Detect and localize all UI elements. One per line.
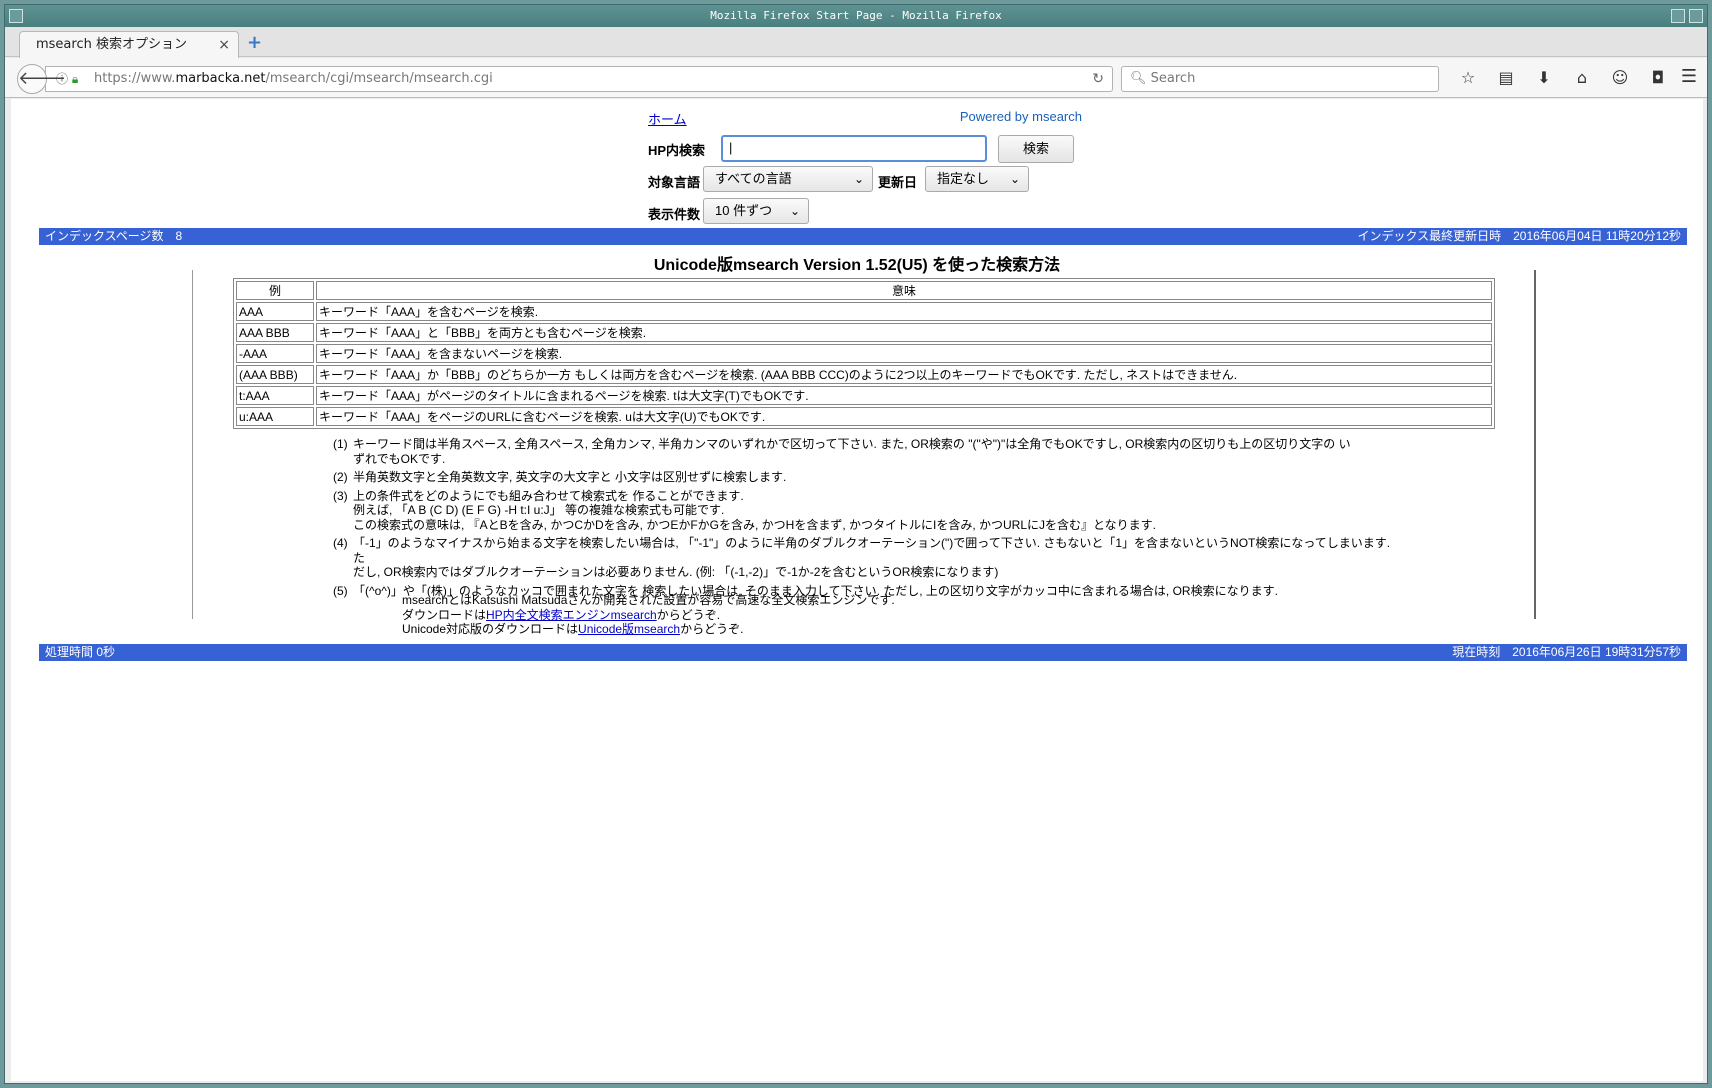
navigation-toolbar: ⓘ 🔒︎ https://www.marbacka.net/msearch/cg… [5,58,1707,98]
page-content: ホーム Powered by msearch HP内検索 | 検索 対象言語 す… [11,99,1703,1081]
meaning-cell: キーワード「AAA」か「BBB」のどちらか一方 もしくは両方を含むページを検索.… [316,365,1492,384]
unicode-msearch-download-link[interactable]: Unicode版msearch [578,622,680,636]
column-header: 意味 [316,281,1492,300]
close-tab-icon[interactable]: × [218,32,230,58]
column-header: 例 [236,281,314,300]
example-cell: AAA [236,302,314,321]
table-row: t:AAA キーワード「AAA」がページのタイトルに含まれるページを検索. tは大… [236,386,1492,405]
meaning-cell: キーワード「AAA」を含まないページを検索. [316,344,1492,363]
divider [192,270,193,619]
help-title: Unicode版msearch Version 1.52(U5) を使った検索方… [653,257,1061,274]
lock-icon: 🔒︎ [71,72,79,86]
maximize-icon[interactable] [1689,9,1703,23]
list-item: (3) 上の条件式をどのようにでも組み合わせて検索式を 作ることができます. 例… [333,488,1157,532]
url-bar[interactable]: ⓘ 🔒︎ https://www.marbacka.net/msearch/cg… [45,66,1113,92]
download-icon[interactable]: ⬇ [1525,66,1563,90]
powered-by-text: Powered by msearch [959,109,1082,124]
meaning-cell: キーワード「AAA」をページのURLに含むページを検索. uは大文字(U)でもO… [316,407,1492,426]
chat-icon[interactable]: ☺ [1601,66,1639,90]
chevron-down-icon: ⌄ [853,172,864,186]
about-text: msearchとはKatsushi Matsudaさんが開発された設置が容易で高… [402,593,895,636]
bookmark-star-icon[interactable]: ☆ [1449,66,1487,90]
date-select[interactable]: 指定なし ⌄ [925,166,1029,192]
reading-list-icon[interactable]: ▤ [1487,66,1525,90]
count-label: 表示件数 [648,207,701,222]
current-time: 現在時刻 2016年06月26日 19時31分57秒 [1452,645,1681,659]
window-title: Mozilla Firefox Start Page - Mozilla Fir… [710,9,1002,22]
msearch-download-link[interactable]: HP内全文検索エンジンmsearch [486,608,657,622]
table-row: AAA キーワード「AAA」を含むページを検索. [236,302,1492,321]
table-row: u:AAA キーワード「AAA」をページのURLに含むページを検索. uは大文字(… [236,407,1492,426]
new-tab-icon[interactable]: + [247,33,262,53]
list-item: (2) 半角英数文字と全角英数文字, 英文字の大文字と 小文字は区別せずに検索し… [333,470,787,484]
table-row: AAA BBB キーワード「AAA」と「BBB」を両方とも含むページを検索. [236,323,1492,342]
back-button[interactable]: 🡐 [17,64,66,94]
tab-msearch[interactable]: msearch 検索オプション × [19,31,239,58]
meaning-cell: キーワード「AAA」と「BBB」を両方とも含むページを検索. [316,323,1492,342]
index-info-bar: インデックスページ数 8 インデックス最終更新日時 2016年06月04日 11… [39,228,1687,245]
tab-label: msearch 検索オプション [36,37,187,52]
minimize-icon[interactable] [1671,9,1685,23]
meaning-cell: キーワード「AAA」を含むページを検索. [316,302,1492,321]
meaning-cell: キーワード「AAA」がページのタイトルに含まれるページを検索. tは大文字(T)… [316,386,1492,405]
pocket-icon[interactable]: ◘ [1639,66,1677,90]
language-select[interactable]: すべての言語 ⌄ [703,166,873,192]
processing-time: 処理時間 0秒 [45,645,116,659]
hamburger-menu-icon[interactable]: ☰ [1681,66,1697,87]
language-label: 対象言語 [648,175,701,190]
table-row: (AAA BBB) キーワード「AAA」か「BBB」のどちらか一方 もしくは両方を… [236,365,1492,384]
search-placeholder: Search [1150,71,1196,86]
chevron-down-icon: ⌄ [789,204,800,218]
browser-window: Mozilla Firefox Start Page - Mozilla Fir… [4,4,1708,1084]
window-titlebar: Mozilla Firefox Start Page - Mozilla Fir… [5,5,1707,27]
url-text[interactable]: https://www.marbacka.net/msearch/cgi/mse… [94,67,493,91]
status-bar: 処理時間 0秒 現在時刻 2016年06月26日 19時31分57秒 [39,644,1687,661]
count-select[interactable]: 10 件ずつ ⌄ [703,198,809,224]
reload-icon[interactable]: ↻ [1092,67,1104,91]
example-cell: AAA BBB [236,323,314,342]
notes-list: (1) キーワード間は半角スペース, 全角スペース, 全角カンマ, 半角カンマの… [333,437,1393,602]
list-item: (1) キーワード間は半角スペース, 全角スペース, 全角カンマ, 半角カンマの… [333,437,1351,466]
examples-table: 例 意味 AAA キーワード「AAA」を含むページを検索. AAA BBB キーワー… [233,278,1495,429]
window-menu-icon[interactable] [9,9,23,23]
index-updated: インデックス最終更新日時 2016年06月04日 11時20分12秒 [1357,229,1681,243]
example-cell: -AAA [236,344,314,363]
divider [1534,270,1536,619]
index-count: インデックスページ数 8 [45,229,183,243]
chevron-down-icon: ⌄ [1009,172,1020,186]
search-input[interactable]: 🔍︎ Search [1121,66,1439,92]
example-cell: u:AAA [236,407,314,426]
search-icon: 🔍︎ [1130,71,1147,86]
example-cell: (AAA BBB) [236,365,314,384]
date-label: 更新日 [878,175,918,190]
home-icon[interactable]: ⌂ [1563,66,1601,90]
list-item: (4) 「-1」のようなマイナスから始まる文字を検索したい場合は, 「"-1"」… [333,536,1391,579]
query-input[interactable]: | [721,135,987,162]
search-button[interactable]: 検索 [998,135,1074,163]
tab-bar: msearch 検索オプション × + [5,27,1707,58]
query-label: HP内検索 [648,143,706,158]
toolbar-icons: ☆ ▤ ⬇ ⌂ ☺ ◘ [1449,66,1677,92]
example-cell: t:AAA [236,386,314,405]
home-link[interactable]: ホーム [648,109,687,128]
table-row: -AAA キーワード「AAA」を含まないページを検索. [236,344,1492,363]
